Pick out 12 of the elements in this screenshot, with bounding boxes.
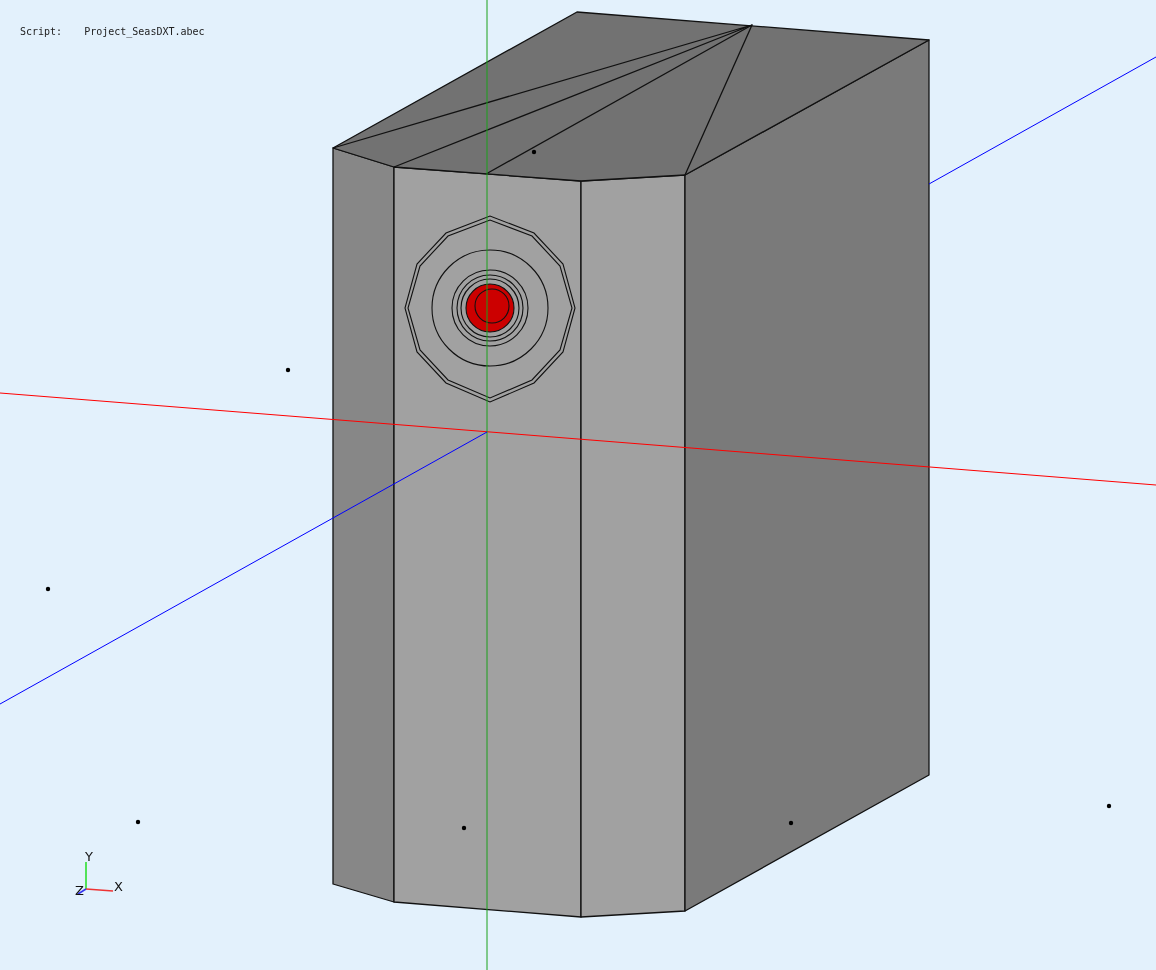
script-label: Script: [20, 26, 63, 38]
axis-label: X [114, 879, 123, 894]
axis-triad-icon [77, 861, 114, 895]
point-marker [285, 367, 291, 373]
axis-label: Y [85, 849, 93, 864]
point-marker [461, 825, 467, 831]
point-marker [788, 820, 794, 826]
point-marker [1106, 803, 1112, 809]
point-marker [135, 819, 141, 825]
point-marker [531, 149, 537, 155]
point-marker [45, 586, 51, 592]
script-file-name: Project_SeasDXT.abec [84, 26, 205, 38]
